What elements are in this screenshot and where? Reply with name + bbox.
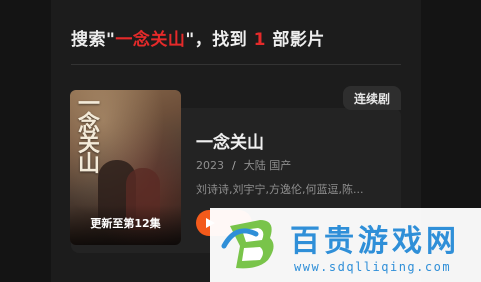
heading-middle: "，找到	[185, 30, 248, 50]
divider	[71, 64, 401, 65]
result-meta: 2023 / 大陆 国产	[196, 157, 291, 173]
poster-image[interactable]: 一念关山 更新至第12集	[70, 90, 181, 245]
result-count: 1	[253, 30, 266, 50]
cast-list: 刘诗诗,刘宇宁,方逸伦,何蓝逗,陈...	[196, 183, 364, 196]
poster-title-art: 一念关山	[78, 91, 101, 177]
search-result-heading: 搜索"一念关山"，找到 1 部影片	[71, 25, 325, 50]
release-year: 2023	[196, 159, 224, 172]
site-logo-icon	[221, 220, 274, 269]
site-watermark: 百贵游戏网 www.sdqlliqing.com	[210, 208, 481, 282]
heading-suffix: 部影片	[272, 30, 325, 50]
site-name: 百贵游戏网	[290, 224, 460, 259]
type-badge: 连续剧	[343, 86, 401, 110]
episode-status: 更新至第12集	[90, 217, 161, 230]
region: 大陆 国产	[243, 159, 292, 172]
site-url: www.sdqlliqing.com	[294, 260, 452, 274]
heading-prefix: 搜索"	[71, 30, 116, 50]
search-query: 一念关山	[115, 30, 186, 50]
meta-separator: /	[232, 159, 236, 172]
result-title[interactable]: 一念关山	[196, 128, 264, 153]
